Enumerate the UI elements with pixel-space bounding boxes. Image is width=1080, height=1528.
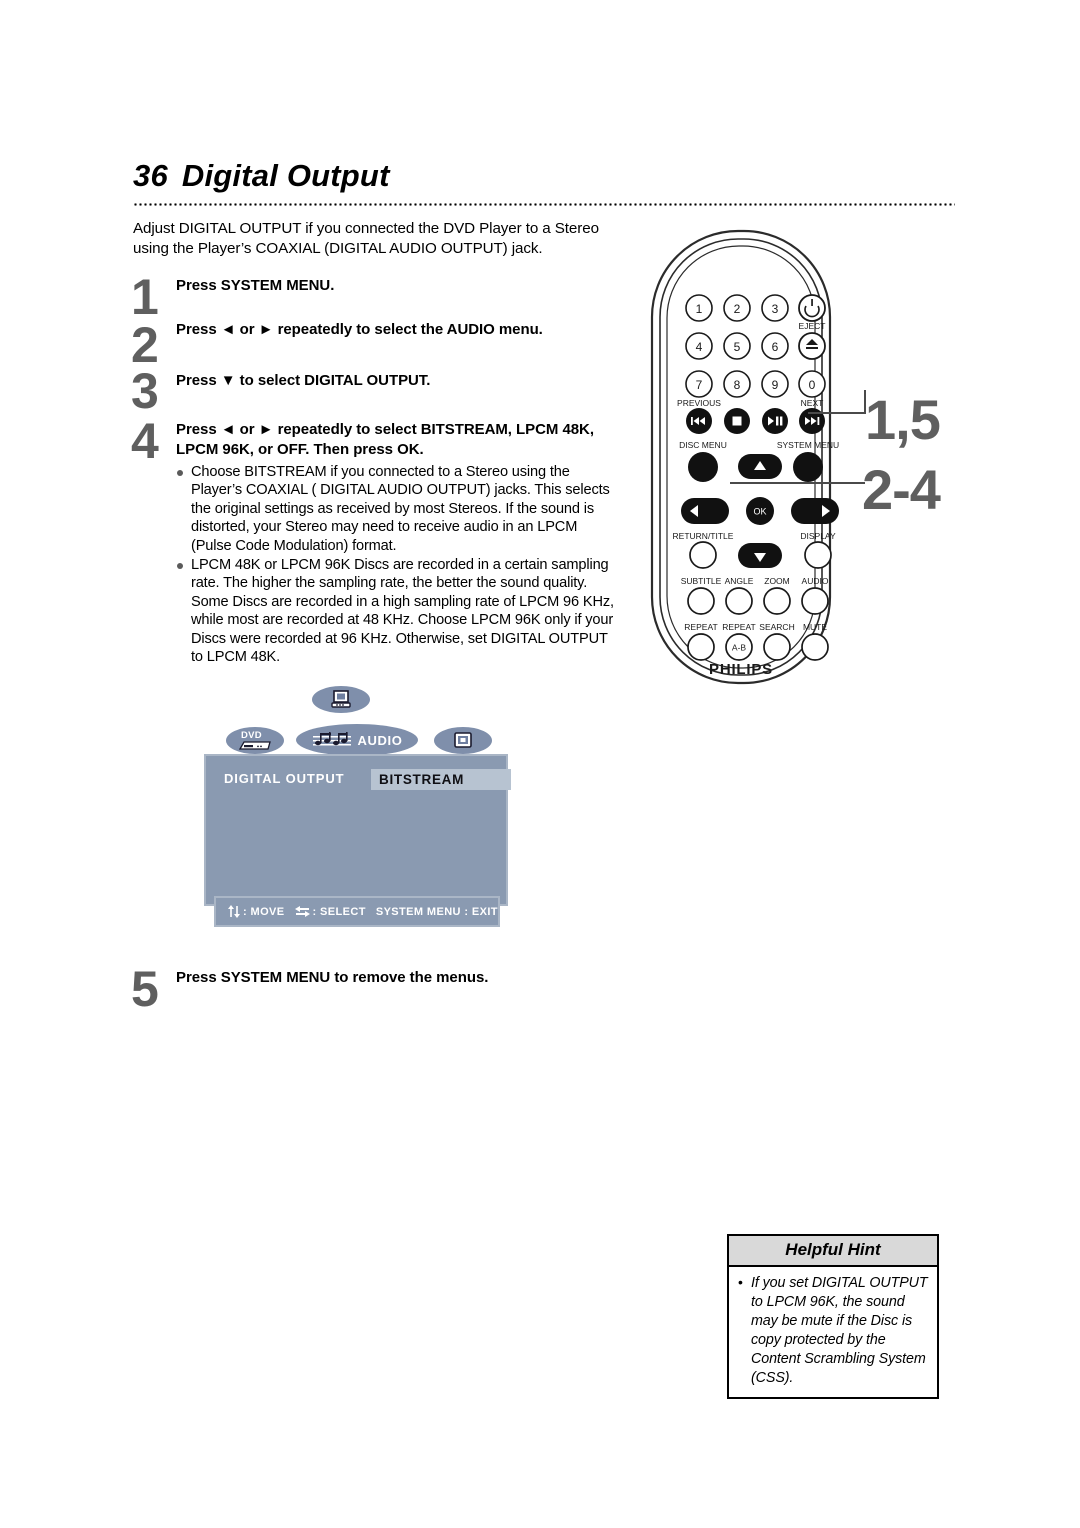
svg-text:9: 9 xyxy=(772,378,779,392)
left-right-arrows-icon xyxy=(294,906,310,917)
remote-brand-label: PHILIPS xyxy=(709,661,773,678)
remote-subtitle-button[interactable] xyxy=(687,587,715,615)
remote-search-label: SEARCH xyxy=(759,622,794,632)
step-number-5: 5 xyxy=(131,961,159,1017)
remote-right-button[interactable] xyxy=(791,498,839,524)
remote-ok-label: OK xyxy=(753,507,766,517)
status-select: : SELECT xyxy=(294,905,366,918)
remote-mute-button[interactable] xyxy=(801,633,829,661)
page-title-text: Digital Output xyxy=(181,158,390,193)
remote-control-diagram: 1 2 3 4 5 6 EJECT 7 8 9 0 PREVIOUS NEXT … xyxy=(640,222,890,692)
step-number-4: 4 xyxy=(131,413,159,469)
remote-next-label: NEXT xyxy=(801,398,824,408)
status-move: : MOVE xyxy=(228,905,285,918)
svg-text:7: 7 xyxy=(696,378,703,392)
step-number-1: 1 xyxy=(131,269,159,325)
heading-divider xyxy=(133,203,955,206)
remote-display-button[interactable] xyxy=(804,541,832,569)
music-note-icon xyxy=(312,732,351,746)
osd-tab-dvd-label: DVD xyxy=(241,730,262,741)
remote-search-button[interactable] xyxy=(763,633,791,661)
leader-line-system-menu-horizontal xyxy=(808,412,866,414)
remote-navigation-row: OK xyxy=(681,497,839,525)
step-text-2: Press ◄ or ► repeatedly to select the AU… xyxy=(176,321,543,338)
remote-eject-button[interactable] xyxy=(798,332,826,360)
osd-setting-row[interactable]: DIGITAL OUTPUT BITSTREAM xyxy=(224,769,511,791)
list-item: If you set DIGITAL OUTPUT to LPCM 96K, t… xyxy=(737,1273,929,1388)
remote-play-pause-button[interactable] xyxy=(762,408,788,434)
osd-value-highlight[interactable]: BITSTREAM xyxy=(371,769,511,790)
list-item: Choose BITSTREAM if you connected to a S… xyxy=(176,463,616,555)
osd-tab-audio-label: AUDIO xyxy=(357,732,403,748)
remote-return-title-label: RETURN/TITLE xyxy=(673,531,734,541)
remote-angle-button[interactable] xyxy=(725,587,753,615)
remote-left-button[interactable] xyxy=(681,498,729,524)
remote-angle-label: ANGLE xyxy=(725,576,754,586)
svg-text:5: 5 xyxy=(734,340,741,354)
picture-icon xyxy=(454,732,472,748)
step-text-5: Press SYSTEM MENU to remove the menus. xyxy=(176,969,489,986)
remote-repeat-ab-text: A-B xyxy=(732,643,747,653)
remote-zoom-label: ZOOM xyxy=(764,576,790,586)
remote-disc-menu-button[interactable] xyxy=(688,452,718,482)
osd-tab-display[interactable] xyxy=(312,686,370,713)
remote-disc-menu-label: DISC MENU xyxy=(679,440,727,450)
remote-control-svg: 1 2 3 4 5 6 EJECT 7 8 9 0 PREVIOUS NEXT … xyxy=(650,229,839,685)
page-title: 36 Digital Output xyxy=(133,158,390,194)
remote-system-menu-label: SYSTEM MENU xyxy=(777,440,839,450)
status-select-text: : SELECT xyxy=(312,905,366,918)
osd-tab-picture[interactable] xyxy=(434,727,492,754)
remote-audio-button[interactable] xyxy=(801,587,829,615)
step-text-1: Press SYSTEM MENU. xyxy=(176,277,335,294)
step-4-bullet-list: Choose BITSTREAM if you connected to a S… xyxy=(176,463,616,666)
osd-tab-dvd[interactable]: DVD xyxy=(226,727,284,754)
osd-value-text: BITSTREAM xyxy=(379,772,465,787)
remote-previous-label: PREVIOUS xyxy=(677,398,721,408)
helpful-hint-body: If you set DIGITAL OUTPUT to LPCM 96K, t… xyxy=(729,1267,937,1397)
remote-mute-label: MUTE xyxy=(803,622,827,632)
svg-text:6: 6 xyxy=(772,340,779,354)
osd-mockup: DVD AUDIO DIGITAL OUTPUT BITSTREAM: MOV… xyxy=(200,686,512,944)
osd-status-bar: : MOVE : SELECT SYSTEM MENU : EXIT xyxy=(214,896,500,927)
remote-repeat-label: REPEAT xyxy=(684,622,717,632)
remote-repeat-button[interactable] xyxy=(687,633,715,661)
monitor-icon xyxy=(331,690,351,708)
remote-return-title-button[interactable] xyxy=(689,541,717,569)
svg-text:8: 8 xyxy=(734,378,741,392)
step-number-3: 3 xyxy=(131,363,159,419)
osd-tab-audio[interactable]: AUDIO xyxy=(296,724,418,756)
svg-text:0: 0 xyxy=(809,378,816,392)
osd-screen: DIGITAL OUTPUT BITSTREAM xyxy=(204,754,511,906)
remote-audio-label: AUDIO xyxy=(802,576,829,586)
step-text-4: Press ◄ or ► repeatedly to select BITSTR… xyxy=(176,421,594,458)
helpful-hint-box: Helpful Hint If you set DIGITAL OUTPUT t… xyxy=(727,1234,939,1399)
remote-system-menu-button[interactable] xyxy=(793,452,823,482)
leader-line-navigation xyxy=(730,482,865,484)
svg-text:4: 4 xyxy=(696,340,703,354)
svg-text:2: 2 xyxy=(734,302,741,316)
remote-display-label: DISPLAY xyxy=(800,531,836,541)
remote-repeat-ab-label: REPEAT xyxy=(722,622,755,632)
page-number: 36 xyxy=(133,158,168,193)
svg-text:1: 1 xyxy=(696,302,703,316)
helpful-hint-title: Helpful Hint xyxy=(729,1236,937,1267)
callout-navigation: 2-4 xyxy=(862,458,941,521)
remote-eject-label: EJECT xyxy=(799,321,826,331)
status-exit: SYSTEM MENU : EXIT xyxy=(375,905,498,918)
list-item: LPCM 48K or LPCM 96K Discs are recorded … xyxy=(176,556,616,666)
remote-subtitle-label: SUBTITLE xyxy=(681,576,722,586)
osd-setting-label: DIGITAL OUTPUT xyxy=(224,771,345,786)
svg-text:3: 3 xyxy=(772,302,779,316)
remote-zoom-button[interactable] xyxy=(763,587,791,615)
up-down-arrows-icon xyxy=(228,905,240,918)
callout-system-menu: 1,5 xyxy=(865,388,941,451)
intro-paragraph: Adjust DIGITAL OUTPUT if you connected t… xyxy=(133,220,599,257)
status-move-text: : MOVE xyxy=(243,905,285,918)
step-text-3: Press ▼ to select DIGITAL OUTPUT. xyxy=(176,372,431,389)
stop-icon xyxy=(732,416,742,426)
